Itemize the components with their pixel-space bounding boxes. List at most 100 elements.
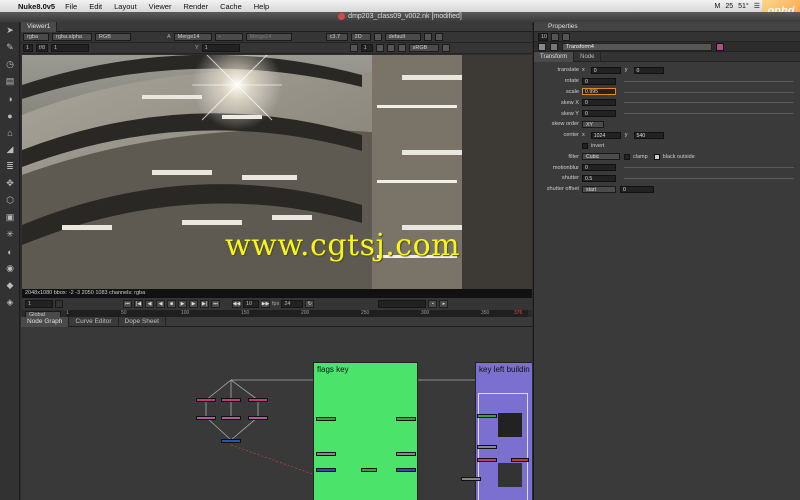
prev-keyframe-button[interactable]: |◀ <box>134 300 143 308</box>
menu-render[interactable]: Render <box>183 2 208 11</box>
lut-dropdown[interactable]: default <box>384 33 421 41</box>
step-field[interactable]: 10 <box>243 300 259 308</box>
transform-icon[interactable]: ≣ <box>0 158 20 175</box>
tab-viewer1[interactable]: Viewer1 <box>21 21 58 32</box>
display-dropdown[interactable]: RGB <box>95 33 131 41</box>
paint-icon[interactable]: ✎ <box>0 39 20 56</box>
node-name-field[interactable]: Transform4 <box>562 42 712 51</box>
pause-icon[interactable] <box>397 44 406 52</box>
views-icon[interactable]: ⬡ <box>0 192 20 209</box>
layer-dropdown[interactable]: rgba.alpha <box>52 33 92 41</box>
node[interactable] <box>361 468 377 472</box>
node[interactable] <box>316 417 336 421</box>
pointer-icon[interactable]: ➤ <box>0 22 20 39</box>
properties-header[interactable]: Properties <box>534 22 800 32</box>
gamma-field[interactable]: 1 <box>201 44 240 52</box>
snapshot-icon[interactable] <box>441 44 450 52</box>
proxy-dropdown[interactable]: 2D <box>350 33 371 41</box>
translate-x-field[interactable]: 0 <box>590 66 621 74</box>
fps-field[interactable]: 24 <box>281 300 304 308</box>
rotate-slider[interactable] <box>624 80 794 82</box>
motionblur-field[interactable]: 0 <box>582 164 616 172</box>
overlay-icon[interactable] <box>375 44 384 52</box>
translate-y-field[interactable]: 0 <box>633 66 664 74</box>
playback-range-button[interactable]: ▪ <box>428 300 438 308</box>
menu-help[interactable]: Help <box>254 2 269 11</box>
skew-x-field[interactable]: 0 <box>582 99 616 107</box>
in-out-field[interactable] <box>378 300 427 308</box>
stop-button[interactable]: ■ <box>167 300 176 308</box>
next-frame-button[interactable]: ▶ <box>189 300 198 308</box>
loop-button[interactable]: ↻ <box>305 300 315 308</box>
list-icon[interactable]: ☰ <box>754 2 760 10</box>
channels-dropdown[interactable]: rgba <box>23 33 49 41</box>
node[interactable] <box>396 468 416 472</box>
node[interactable] <box>221 398 241 402</box>
next-keyframe-button[interactable]: ▶| <box>200 300 209 308</box>
viewer-settings-icon[interactable] <box>434 33 443 41</box>
node[interactable] <box>248 398 268 402</box>
tab-node[interactable]: Node <box>574 52 602 62</box>
prev-frame-button[interactable]: ◀ <box>145 300 154 308</box>
play-backward-button[interactable]: ◀ <box>156 300 165 308</box>
current-frame-field[interactable]: 1 <box>25 300 53 308</box>
clip-icon[interactable] <box>349 44 358 52</box>
lock-panels-icon[interactable] <box>551 32 559 41</box>
menu-cache[interactable]: Cache <box>220 2 242 11</box>
collapse-icon[interactable] <box>538 42 546 51</box>
gain-field[interactable]: 1 <box>51 44 89 52</box>
node[interactable] <box>196 398 216 402</box>
frame-field[interactable]: 1 <box>23 44 33 52</box>
node[interactable] <box>316 452 336 456</box>
shutter-offset-dropdown[interactable]: start <box>582 185 616 193</box>
node-color-swatch[interactable] <box>716 42 724 51</box>
node[interactable] <box>396 417 416 421</box>
lock-icon[interactable] <box>423 33 432 41</box>
shutter-offset-field[interactable]: 0 <box>620 185 654 193</box>
backdrop-flags-key[interactable]: flags key <box>313 362 418 500</box>
group-node-icon[interactable] <box>498 413 522 437</box>
node[interactable] <box>511 458 529 462</box>
time-icon[interactable]: ◷ <box>0 56 20 73</box>
color-icon[interactable]: ◑ <box>0 90 20 107</box>
fstop-field[interactable]: f/8 <box>36 44 48 52</box>
view-field[interactable]: 1 <box>360 44 373 52</box>
merge-icon[interactable]: ◢ <box>0 141 20 158</box>
shutter-field[interactable]: 0.5 <box>582 174 616 182</box>
toolsets-icon[interactable]: ◉ <box>0 260 20 277</box>
max-panels-field[interactable]: 10 <box>538 32 548 41</box>
lock-range-icon[interactable] <box>55 300 63 308</box>
flipbook-button[interactable]: ▸ <box>439 300 449 308</box>
plugins-icon[interactable]: ◈ <box>0 294 20 311</box>
other-icon[interactable]: ◆ <box>0 277 20 294</box>
clamp-checkbox[interactable] <box>624 153 630 160</box>
scale-field[interactable]: 0.995 <box>582 88 616 96</box>
filter-dropdown[interactable]: Cubic <box>582 153 620 161</box>
roi-icon[interactable] <box>373 33 382 41</box>
menu-edit[interactable]: Edit <box>89 2 102 11</box>
app-menu[interactable]: Nuke8.0v5 <box>18 2 55 11</box>
node[interactable] <box>461 477 481 481</box>
particles-icon[interactable]: ✳ <box>0 226 20 243</box>
node-graph-canvas[interactable]: flags key key left buildin <box>21 327 532 500</box>
skew-y-slider[interactable] <box>624 113 794 115</box>
node[interactable] <box>477 458 497 462</box>
rotate-field[interactable]: 0 <box>582 77 616 85</box>
tab-dope-sheet[interactable]: Dope Sheet <box>119 317 166 327</box>
status-m[interactable]: M <box>714 3 720 10</box>
play-forward-button[interactable]: ▶ <box>178 300 187 308</box>
a-input-dropdown[interactable]: Merge14 <box>173 33 212 41</box>
gl-icon[interactable] <box>386 44 395 52</box>
node[interactable] <box>477 445 497 449</box>
group-node-icon[interactable] <box>498 463 522 487</box>
node[interactable] <box>221 439 241 443</box>
skew-x-slider[interactable] <box>624 102 794 104</box>
channel-icon[interactable]: ▤ <box>0 73 20 90</box>
node[interactable] <box>477 414 497 418</box>
tab-curve-editor[interactable]: Curve Editor <box>69 317 119 327</box>
skew-y-field[interactable]: 0 <box>582 110 616 118</box>
compare-mode-dropdown[interactable]: - <box>214 33 243 41</box>
keyer-icon[interactable]: ⌂ <box>0 124 20 141</box>
tab-transform[interactable]: Transform <box>534 52 575 62</box>
menu-viewer[interactable]: Viewer <box>149 2 172 11</box>
